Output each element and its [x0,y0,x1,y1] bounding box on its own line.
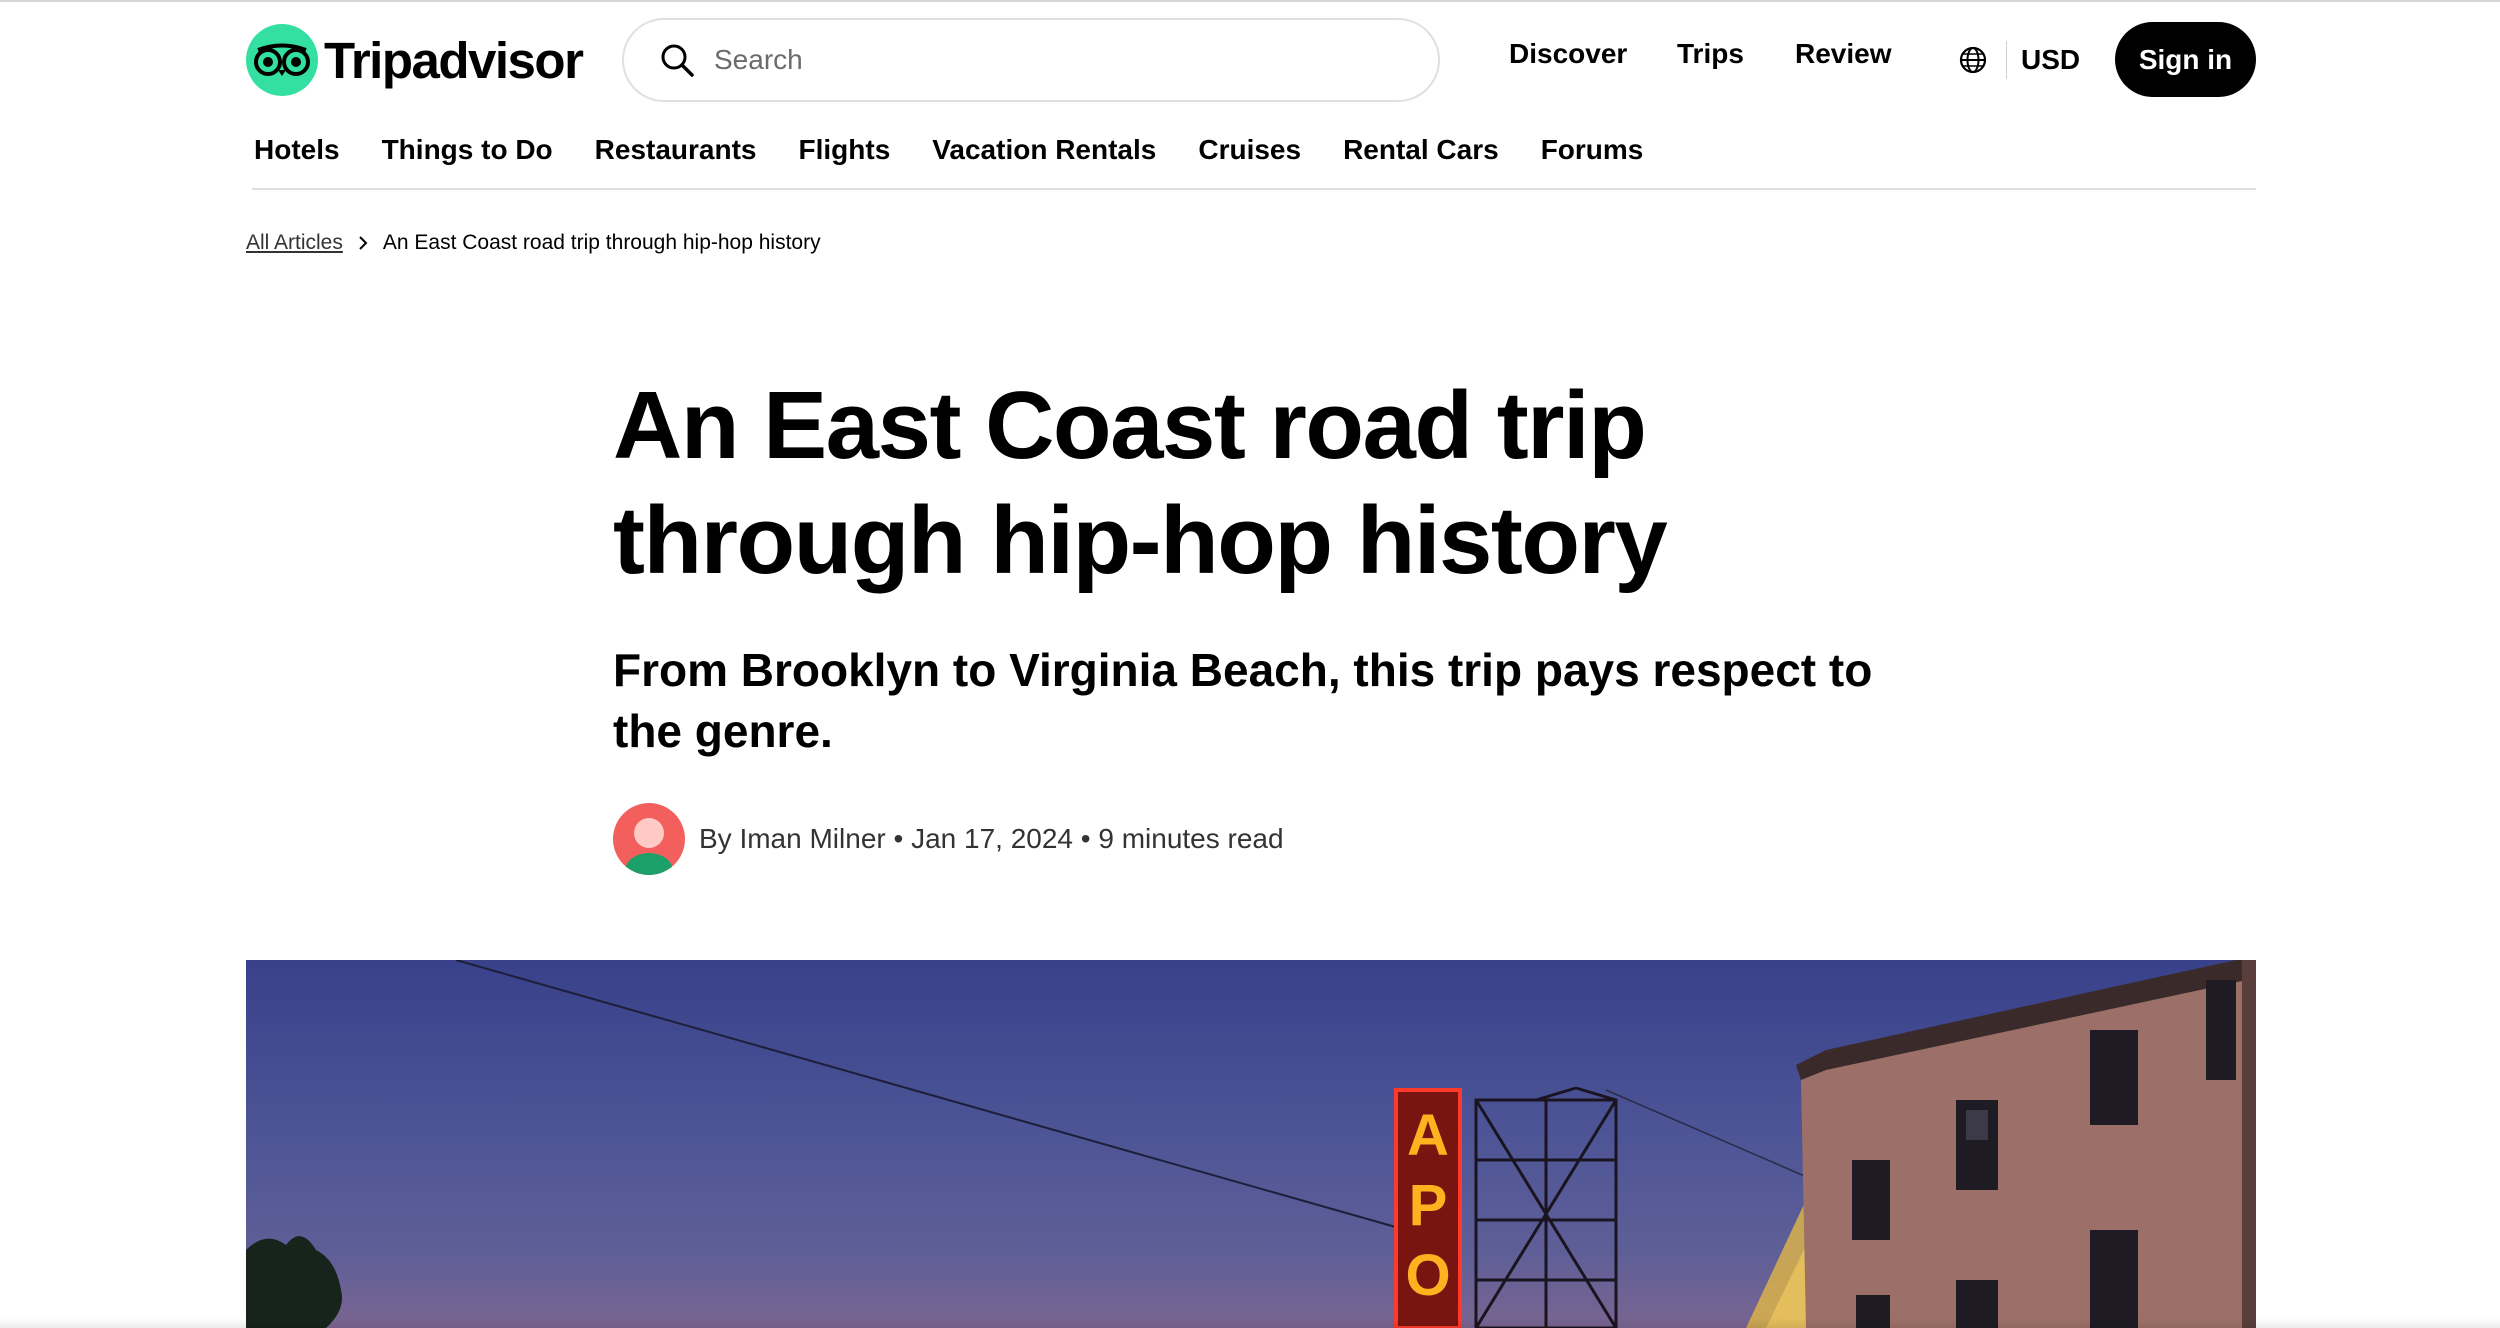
globe-icon [1959,46,1987,74]
search-input[interactable] [714,44,1394,76]
sign-letter-1: A [1407,1103,1449,1168]
nav-discover[interactable]: Discover [1509,38,1627,70]
nav-review[interactable]: Review [1795,38,1892,70]
catnav-rental-cars[interactable]: Rental Cars [1343,134,1499,166]
breadcrumb-current: An East Coast road trip through hip-hop … [382,231,821,254]
nav-trips[interactable]: Trips [1677,38,1744,70]
article-title-line-2: through hip-hop history [613,487,1668,594]
owl-icon [246,24,318,96]
logo-wordmark: Tripadvisor [324,31,584,89]
language-currency-selector[interactable]: USD [1958,36,2080,84]
tripadvisor-logo[interactable]: Tripadvisor [246,24,584,96]
article-subtitle: From Brooklyn to Virginia Beach, this tr… [613,644,1873,757]
apollo-theater-illustration: A P O [246,960,2256,1328]
bottom-shadow [0,1318,2500,1328]
breadcrumb: All Articles An East Coast road trip thr… [246,231,821,255]
article-byline: By Iman Milner • Jan 17, 2024 • 9 minute… [613,803,1284,875]
sign-letter-3: O [1405,1243,1450,1308]
byline-text: By Iman Milner • Jan 17, 2024 • 9 minute… [699,823,1284,854]
breadcrumb-all-articles[interactable]: All Articles [246,231,343,255]
sign-letter-2: P [1409,1173,1448,1238]
article-title-line-1: An East Coast road trip [613,372,1647,479]
author-avatar[interactable] [613,803,685,875]
catnav-restaurants[interactable]: Restaurants [595,134,757,166]
category-nav: Hotels Things to Do Restaurants Flights … [254,134,1643,166]
article-title: An East Coast road trip through hip-hop … [613,368,1713,598]
catnav-forums[interactable]: Forums [1541,134,1644,166]
header-divider [252,188,2256,190]
catnav-vacation-rentals[interactable]: Vacation Rentals [932,134,1156,166]
sign-in-button[interactable]: Sign in [2115,22,2256,97]
search-icon [661,44,694,77]
catnav-flights[interactable]: Flights [799,134,891,166]
chevron-right-icon [359,236,368,250]
catnav-cruises[interactable]: Cruises [1198,134,1301,166]
divider [2006,41,2007,79]
top-border [0,0,2500,2]
currency-label: USD [2021,44,2081,75]
hero-image: A P O [246,960,2256,1328]
catnav-hotels[interactable]: Hotels [254,134,340,166]
catnav-things-to-do[interactable]: Things to Do [382,134,553,166]
search-bar[interactable] [622,18,1440,102]
